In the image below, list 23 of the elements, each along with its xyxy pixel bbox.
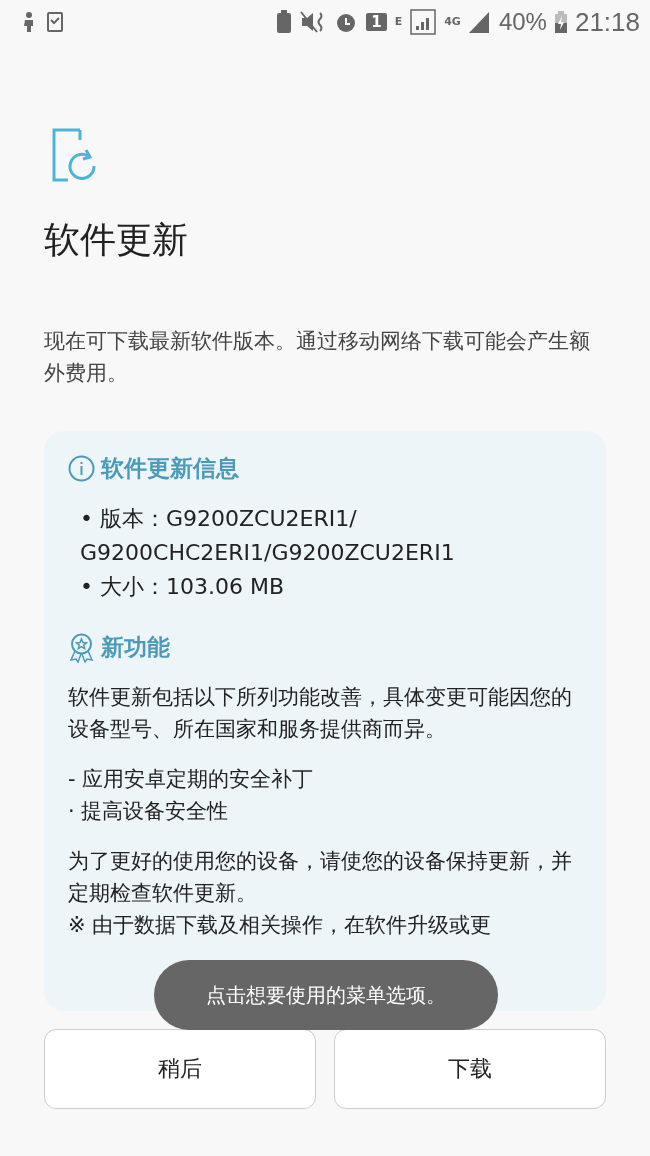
battery-percent: 40% [498, 8, 547, 36]
signal-icon [410, 9, 437, 35]
section-heading: 新功能 [101, 633, 170, 662]
battery-charging-icon [554, 11, 567, 33]
sim-badge: 1 [366, 13, 387, 31]
network-type: E [394, 14, 403, 28]
checklist-icon [46, 11, 64, 33]
description-text: 现在可下载最新软件版本。通过移动网络下载可能会产生额外费用。 [44, 328, 591, 387]
section-heading: 软件更新信息 [101, 454, 239, 483]
clock: 21:18 [574, 6, 640, 38]
network-type: 4G [444, 14, 461, 28]
feature-text: 软件更新包括以下所列功能改善，具体变更可能因您的设备型号、所在国家和服务提供商而异。 [68, 684, 573, 743]
info-item: • 大小：103.06 MB [79, 573, 285, 601]
download-button[interactable]: 下载 [334, 1029, 606, 1109]
signal-icon [468, 11, 491, 33]
feature-text: 为了更好的使用您的设备，请使您的设备保持更新，并定期检查软件更新。 ※ 由于数据下载及相关操作，在软件升级或更 [68, 848, 573, 939]
page-title: 软件更新 [44, 218, 189, 262]
info-item: • 版本：G9200ZCU2ERI1/ G9200CHC2ERI1/G9200ZCU2ERI1 [79, 505, 456, 567]
info-icon [68, 455, 95, 482]
award-icon [68, 632, 95, 663]
feature-text: - 应用安卓定期的安全补丁 · 提高设备安全性 [68, 766, 315, 825]
toast-message: 点击想要使用的菜单选项。 [154, 960, 498, 1030]
later-button[interactable]: 稍后 [44, 1029, 316, 1109]
